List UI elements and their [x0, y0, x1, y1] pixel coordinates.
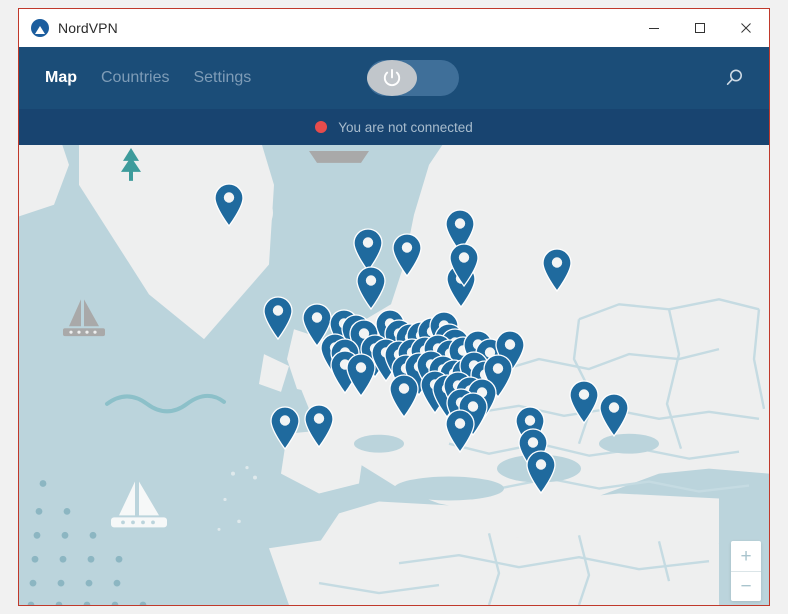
desktop-background: NordVPN Map Countries Settings You are n… — [0, 0, 788, 614]
map-pin-icon — [449, 243, 479, 288]
map-pin-icon — [270, 406, 300, 451]
close-icon — [741, 23, 751, 33]
maximize-button[interactable] — [677, 9, 723, 47]
map-pin-icon — [346, 353, 376, 398]
map-pin-icon — [526, 450, 556, 495]
map-pin[interactable] — [301, 403, 337, 449]
nordvpn-logo-icon — [31, 19, 49, 37]
map-pin-icon — [445, 409, 475, 454]
search-button[interactable] — [719, 63, 749, 93]
map-pin[interactable] — [260, 295, 296, 341]
maximize-icon — [695, 23, 705, 33]
minimize-button[interactable] — [631, 9, 677, 47]
map-pin[interactable] — [539, 247, 575, 293]
search-icon — [726, 69, 742, 86]
close-button[interactable] — [723, 9, 769, 47]
zoom-out-button[interactable]: − — [731, 571, 761, 601]
map-pin[interactable] — [353, 265, 389, 311]
map-pin-icon — [304, 404, 334, 449]
tab-settings[interactable]: Settings — [193, 69, 251, 87]
boat-hull-icon — [309, 150, 369, 163]
tab-countries[interactable]: Countries — [101, 69, 169, 87]
status-text: You are not connected — [338, 119, 473, 135]
map-pin-icon — [542, 248, 572, 293]
map-pin[interactable] — [267, 405, 303, 451]
map-pin-icon — [599, 393, 629, 438]
map-pin-icon — [263, 296, 293, 341]
map-pin-icon — [356, 266, 386, 311]
minimize-icon — [649, 28, 659, 29]
power-toggle-knob — [367, 60, 417, 96]
power-toggle[interactable] — [367, 60, 459, 96]
world-map[interactable]: + − — [19, 145, 769, 605]
map-pin-icon — [392, 233, 422, 278]
connection-status-bar: You are not connected — [19, 109, 769, 145]
map-pin-icon — [214, 183, 244, 228]
map-pin[interactable] — [343, 352, 379, 398]
map-pin[interactable] — [389, 232, 425, 278]
navigation-bar: Map Countries Settings — [19, 47, 769, 109]
tab-map[interactable]: Map — [45, 69, 77, 87]
power-icon — [383, 69, 401, 87]
nordvpn-window: NordVPN Map Countries Settings You are n… — [18, 8, 770, 606]
zoom-in-button[interactable]: + — [731, 541, 761, 571]
map-pin[interactable] — [523, 449, 559, 495]
map-zoom-controls: + − — [731, 541, 761, 601]
map-pin[interactable] — [211, 182, 247, 228]
window-title: NordVPN — [58, 20, 118, 36]
map-pin[interactable] — [596, 392, 632, 438]
status-badge — [315, 121, 328, 133]
window-controls — [631, 9, 769, 47]
title-bar: NordVPN — [19, 9, 769, 47]
map-pin[interactable] — [442, 408, 478, 454]
map-pin[interactable] — [446, 242, 482, 288]
